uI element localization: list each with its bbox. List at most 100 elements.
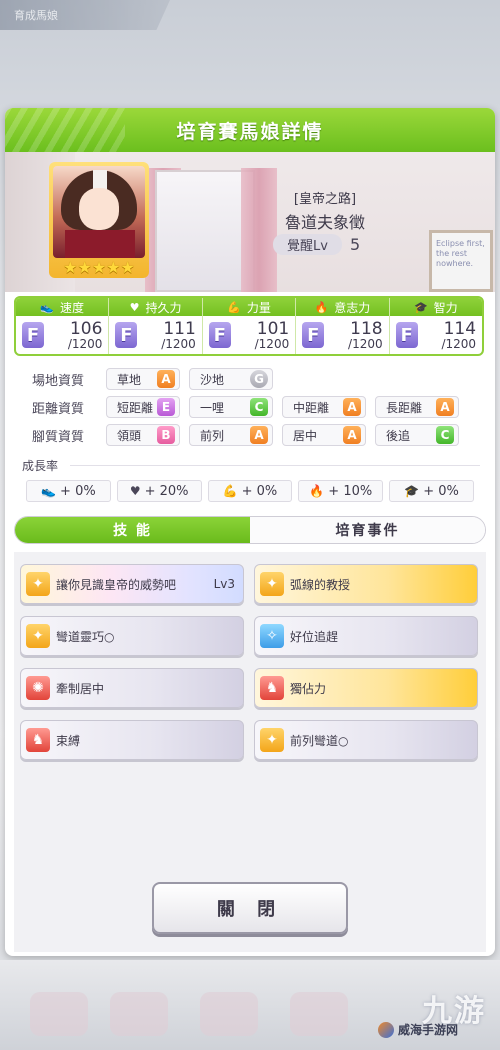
- aptitude-name: 短距離: [117, 400, 154, 415]
- growth-value: + 0%: [241, 483, 278, 499]
- muscle-icon: 💪: [227, 300, 241, 314]
- grade-badge: C: [436, 426, 454, 444]
- aptitude-name: 居中: [293, 428, 318, 443]
- stat-max: /1200: [161, 336, 196, 351]
- stat-label: 意志力: [334, 300, 371, 315]
- aptitude-long: 長距離 A: [375, 396, 459, 418]
- growth-value: + 10%: [328, 483, 373, 499]
- tab-skills[interactable]: 技 能: [15, 517, 250, 543]
- grade-badge: G: [250, 370, 268, 388]
- character-portrait[interactable]: ★★★★★: [49, 162, 149, 278]
- aptitude-name: 領頭: [117, 428, 142, 443]
- dialog-title: 培育賽馬娘詳情: [176, 120, 324, 143]
- character-image: [53, 166, 145, 258]
- skill-item[interactable]: ✦ 彎道靈巧○: [20, 616, 244, 656]
- aptitude-short: 短距離 E: [106, 396, 180, 418]
- stat-guts: 🔥 意志力 F 118/1200: [296, 298, 390, 354]
- graduation-cap-icon: 🎓: [413, 300, 428, 314]
- skill-item[interactable]: ♞ 束縛: [20, 720, 244, 760]
- dialog-header: 培育賽馬娘詳情: [5, 108, 495, 152]
- character-epithet: [皇帝之路]: [293, 192, 357, 207]
- skill-item[interactable]: ♞ 獨佔力: [254, 668, 478, 708]
- stat-grade-badge: F: [115, 322, 138, 348]
- stat-max: /1200: [441, 336, 477, 351]
- aptitude-late-surger: 居中 A: [282, 424, 366, 446]
- skill-name: 前列彎道○: [290, 733, 349, 748]
- growth-speed: 👟 + 0%: [26, 480, 111, 502]
- background-tab-label: 育成馬娘: [14, 9, 58, 22]
- skill-level: Lv3: [213, 577, 235, 591]
- stat-grade-badge: F: [208, 322, 231, 348]
- aptitude-name: 前列: [200, 428, 225, 443]
- stat-label: 智力: [433, 300, 458, 315]
- stat-grade-badge: F: [395, 322, 418, 348]
- stat-value: 118: [350, 318, 383, 339]
- aptitude-name: 草地: [117, 372, 142, 387]
- grade-badge: E: [157, 398, 175, 416]
- grade-badge: B: [157, 426, 175, 444]
- growth-rate-title: 成長率: [22, 459, 59, 473]
- aptitude-pace-chaser: 前列 A: [189, 424, 273, 446]
- growth-rate-row: 👟 + 0% ♥ + 20% 💪 + 0% 🔥 + 10% 🎓 + 0%: [26, 480, 474, 502]
- grade-badge: A: [343, 398, 361, 416]
- skill-name: 牽制居中: [56, 681, 105, 696]
- skill-name: 彎道靈巧○: [56, 629, 115, 644]
- background-window: [155, 170, 255, 292]
- skill-item[interactable]: ✧ 好位追趕: [254, 616, 478, 656]
- grade-badge: C: [250, 398, 268, 416]
- skill-icon: ♞: [26, 728, 50, 752]
- flame-icon: 🔥: [314, 300, 329, 314]
- growth-power: 💪 + 0%: [207, 480, 293, 502]
- skill-name: 束縛: [56, 733, 81, 748]
- watermark-logo-icon: [378, 1022, 394, 1038]
- skill-name: 獨佔力: [290, 681, 327, 696]
- aptitude-name: 沙地: [200, 372, 225, 387]
- grade-badge: A: [343, 426, 361, 444]
- skill-name: 弧線的教授: [290, 577, 351, 592]
- rarity-stars: ★★★★★: [63, 258, 135, 277]
- grade-badge: A: [157, 370, 175, 388]
- skill-icon: ✦: [260, 728, 284, 752]
- growth-wisdom: 🎓 + 0%: [389, 480, 474, 502]
- aptitude-end-closer: 後追 C: [375, 424, 459, 446]
- growth-guts: 🔥 + 10%: [298, 480, 384, 502]
- skill-item[interactable]: ✺ 牽制居中: [20, 668, 244, 708]
- aptitude-distance-row: 距離資質 短距離 E 一哩 C 中距離 A 長距離 A: [14, 395, 459, 419]
- skill-item[interactable]: ✦ 弧線的教授: [254, 564, 478, 604]
- detail-tabs: 技 能 培育事件: [14, 516, 486, 544]
- aptitude-turf: 草地 A: [106, 368, 180, 390]
- awakening-value: 5: [349, 235, 361, 254]
- aptitude-track-row: 場地資質 草地 A 沙地 G: [14, 367, 282, 391]
- skill-item[interactable]: ✦ 前列彎道○: [254, 720, 478, 760]
- stat-max: /1200: [348, 336, 383, 351]
- character-name: 魯道夫象徵: [284, 213, 365, 232]
- skill-item[interactable]: ✦ 讓你見識皇帝的威勢吧 Lv3: [20, 564, 244, 604]
- background-bottom-bar: 九游 威海手游网: [0, 960, 500, 1050]
- growth-value: + 20%: [144, 483, 189, 499]
- tab-training-events[interactable]: 培育事件: [250, 517, 485, 543]
- watermark-text: 威海手游网: [398, 1023, 459, 1037]
- skill-icon: ✺: [26, 676, 50, 700]
- stat-stamina: ♥ 持久力 F 111/1200: [109, 298, 203, 354]
- stat-label: 力量: [246, 300, 271, 315]
- stat-value: 106: [69, 318, 103, 339]
- stats-panel: 👟 速度 F 106/1200 ♥ 持久力 F 111/1200 💪 力量 F 101…: [14, 296, 484, 356]
- aptitude-name: 長距離: [386, 400, 423, 415]
- aptitude-name: 中距離: [293, 400, 330, 415]
- aptitude-mile: 一哩 C: [189, 396, 273, 418]
- growth-value: + 0%: [423, 483, 459, 499]
- awakening-label: 覺醒Lv: [273, 234, 342, 255]
- stat-value: 101: [256, 318, 290, 339]
- heart-icon: ♥: [129, 300, 140, 314]
- divider: [70, 465, 480, 466]
- stat-max: /1200: [67, 336, 103, 351]
- stat-max: /1200: [254, 336, 290, 351]
- board-text: Eclipse first, the rest nowhere.: [436, 239, 485, 268]
- aptitude-track-label: 場地資質: [32, 373, 85, 389]
- aptitude-style-label: 腳質資質: [32, 429, 85, 445]
- stat-grade-badge: F: [22, 322, 44, 348]
- awakening-level: 覺醒Lv 5: [273, 234, 360, 255]
- graduation-cap-icon: 🎓: [404, 484, 420, 498]
- close-button[interactable]: 關 閉: [152, 882, 348, 934]
- aptitude-name: 後追: [386, 428, 411, 443]
